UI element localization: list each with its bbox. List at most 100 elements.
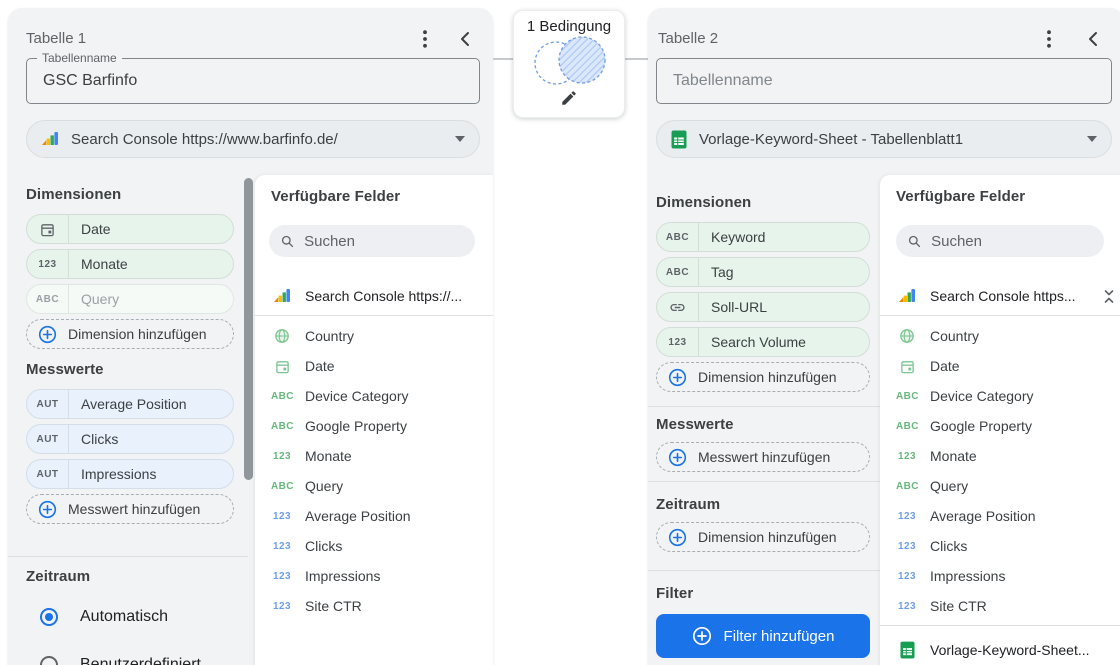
search-icon [908,235,921,247]
radio-label: Automatisch [80,608,169,625]
field-label: Impressions [930,568,1006,584]
dimension-chip-query[interactable]: ABC Query [26,284,234,314]
section-divider [8,556,248,557]
dimension-chip-search-volume[interactable]: 123 Search Volume [656,327,870,357]
field-item[interactable]: ABC Device Category [255,381,493,411]
fields-search[interactable] [896,225,1104,257]
source-label: Search Console https... [930,288,1076,304]
table2-available-fields-panel: Verfügbare Felder Search Console https..… [880,175,1120,665]
field-item[interactable]: ABC Query [255,471,493,501]
venn-join-icon [534,36,606,85]
available-fields-heading: Verfügbare Felder [271,188,401,205]
field-label: Query [930,478,969,494]
metric-chip-average-position[interactable]: AUT Average Position [26,389,234,419]
fields-source-sheets[interactable]: Vorlage-Keyword-Sheet... [880,635,1120,665]
table1-scrollbar[interactable] [244,178,253,480]
field-label: Site CTR [930,598,987,614]
table1-name-input[interactable] [27,59,479,103]
field-item[interactable]: 123 Clicks [880,531,1120,561]
chip-label: Soll-URL [711,299,768,315]
field-label: Monate [305,448,352,464]
table2-menu-button[interactable] [1036,26,1062,52]
dimension-chip-tag[interactable]: ABC Tag [656,257,870,287]
add-dimension-button[interactable]: Dimension hinzufügen [656,362,870,392]
add-filter-button[interactable]: Filter hinzufügen [656,614,870,658]
metric-chip-impressions[interactable]: AUT Impressions [26,459,234,489]
field-label: Date [305,358,335,374]
search-console-icon [896,287,918,305]
section-divider [648,570,880,571]
text-icon: ABC [657,223,699,251]
fields-source-search-console[interactable]: Search Console https://... [255,281,493,311]
fields-search-input[interactable] [931,232,1092,250]
dimension-chip-date[interactable]: Date [26,214,234,244]
field-label: Clicks [930,538,968,554]
chip-label: Clicks [81,431,119,447]
field-item[interactable]: 123 Monate [880,441,1120,471]
table2-collapse-button[interactable] [1080,26,1106,52]
numeric-icon: 123 [898,570,916,582]
dimension-chip-keyword[interactable]: ABC Keyword [656,222,870,252]
search-icon [281,235,294,247]
field-item[interactable]: 123 Average Position [880,501,1120,531]
add-dimension-label: Dimension hinzufügen [698,369,837,385]
field-label: Google Property [930,418,1032,434]
table2-name-field [656,58,1112,104]
aut-icon: AUT [27,425,69,453]
field-label: Impressions [305,568,381,584]
source-label: Vorlage-Keyword-Sheet... [930,642,1090,658]
daterange-option-automatic[interactable]: Automatisch [40,608,168,626]
add-daterange-dimension-button[interactable]: Dimension hinzufügen [656,522,870,552]
field-item[interactable]: ABC Device Category [880,381,1120,411]
field-item[interactable]: 123 Monate [255,441,493,471]
daterange-heading: Zeitraum [26,568,91,585]
field-item[interactable]: 123 Site CTR [880,591,1120,621]
field-item[interactable]: ABC Google Property [880,411,1120,441]
field-item[interactable]: Date [880,351,1120,381]
fields-source-search-console[interactable]: Search Console https... [880,281,1120,311]
table2-source-name: Vorlage-Keyword-Sheet - Tabellenblatt1 [699,130,964,148]
field-item[interactable]: Country [880,321,1120,351]
add-dimension-button[interactable]: Dimension hinzufügen [26,319,234,349]
pencil-icon[interactable] [560,89,578,107]
numeric-icon: 123 [273,600,291,612]
add-metric-button[interactable]: Messwert hinzufügen [656,442,870,472]
field-label: Device Category [930,388,1034,404]
text-icon: ABC [271,420,294,432]
unfold-less-icon[interactable] [1102,289,1116,304]
field-item[interactable]: ABC Google Property [255,411,493,441]
field-item[interactable]: 123 Average Position [255,501,493,531]
plus-circle-icon [668,368,687,386]
field-item[interactable]: 123 Impressions [255,561,493,591]
daterange-option-custom[interactable]: Benutzerdefiniert [40,656,201,665]
table2-source-select[interactable]: Vorlage-Keyword-Sheet - Tabellenblatt1 [656,120,1112,158]
fields-search[interactable] [269,225,475,257]
fields-search-input[interactable] [304,232,463,250]
available-fields-heading: Verfügbare Felder [896,188,1026,205]
table1-source-select[interactable]: Search Console https://www.barfinfo.de/ [26,120,480,158]
field-item[interactable]: 123 Site CTR [255,591,493,621]
add-metric-button[interactable]: Messwert hinzufügen [26,494,234,524]
globe-icon [896,328,918,344]
daterange-heading: Zeitraum [656,496,721,513]
numeric-icon: 123 [898,540,916,552]
dimension-chip-monate[interactable]: 123 Monate [26,249,234,279]
add-metric-label: Messwert hinzufügen [698,449,831,465]
field-label: Average Position [305,508,411,524]
chip-label: Query [81,291,120,307]
numeric-icon: 123 [273,540,291,552]
field-item[interactable]: Country [255,321,493,351]
field-item[interactable]: ABC Query [880,471,1120,501]
field-item[interactable]: 123 Impressions [880,561,1120,591]
table1-menu-button[interactable] [412,26,438,52]
join-condition-card[interactable]: 1 Bedingung [513,10,625,118]
numeric-icon: 123 [898,510,916,522]
dimension-chip-soll-url[interactable]: Soll-URL [656,292,870,322]
metric-chip-clicks[interactable]: AUT Clicks [26,424,234,454]
field-item[interactable]: 123 Clicks [255,531,493,561]
text-icon: ABC [271,480,294,492]
table1-collapse-button[interactable] [452,26,478,52]
text-icon: ABC [896,420,919,432]
field-item[interactable]: Date [255,351,493,381]
table2-name-input[interactable] [657,59,1111,103]
